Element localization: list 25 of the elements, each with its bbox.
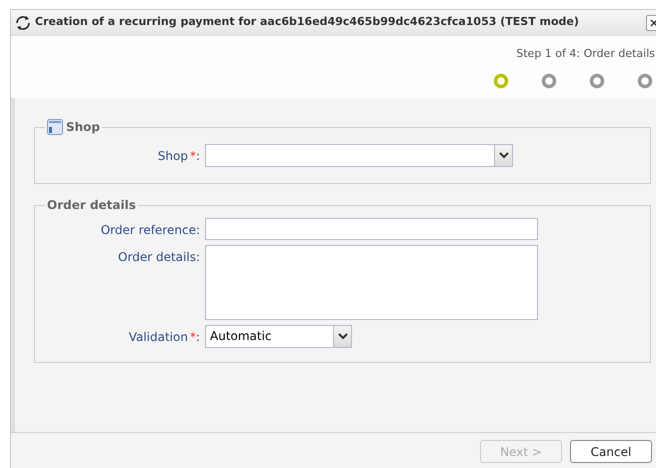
label-colon: : [196,329,200,346]
panel-icon [47,119,63,135]
text-area[interactable] [205,245,538,320]
window-title: Creation of a recurring payment for aac6b16ed49c465b99dc4623cfca1053 (TEST mode) [35,14,579,30]
step-caption: Step 1 of 4: Order details [516,46,655,62]
input-field[interactable] [205,218,538,240]
required-mark: * [190,329,196,346]
field-label: Validation [128,329,188,346]
chevron-down-icon [338,333,348,340]
section-legend: Shop [66,118,100,136]
dropdown-value: Automatic [210,329,272,343]
field-label: Order reference [100,222,196,239]
label-colon: : [196,222,200,239]
field-label: Order details [118,249,196,266]
dialog-button[interactable]: Cancel [570,440,652,463]
dropdown-field[interactable] [205,144,513,167]
refresh-icon [14,14,32,30]
label-colon: : [196,249,200,266]
close-icon [650,18,656,26]
label-colon: : [196,148,200,165]
chevron-down-icon [498,152,508,159]
field-label: Shop [158,148,188,165]
section-legend: Order details [47,196,136,214]
dropdown-field[interactable]: Automatic [205,325,352,348]
required-mark: * [190,148,196,165]
